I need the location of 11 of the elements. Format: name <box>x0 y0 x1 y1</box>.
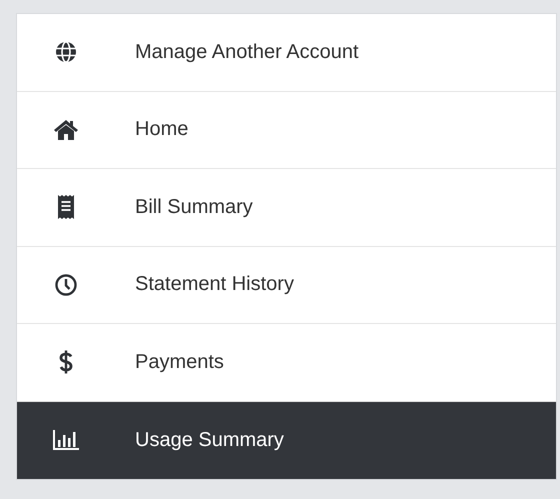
menu-item[interactable]: Usage Summary <box>17 402 556 479</box>
menu-item[interactable]: Statement History <box>17 246 556 324</box>
dollar-icon <box>59 349 73 376</box>
menu-item[interactable]: Home <box>17 92 556 169</box>
bar-chart-icon <box>53 430 79 450</box>
clock-icon <box>55 274 77 296</box>
menu-item[interactable]: Manage Another Account <box>17 14 556 92</box>
menu-item[interactable]: Bill Summary <box>17 169 556 246</box>
house-icon <box>53 118 79 141</box>
receipt-icon <box>58 195 74 220</box>
globe-icon <box>55 41 77 64</box>
